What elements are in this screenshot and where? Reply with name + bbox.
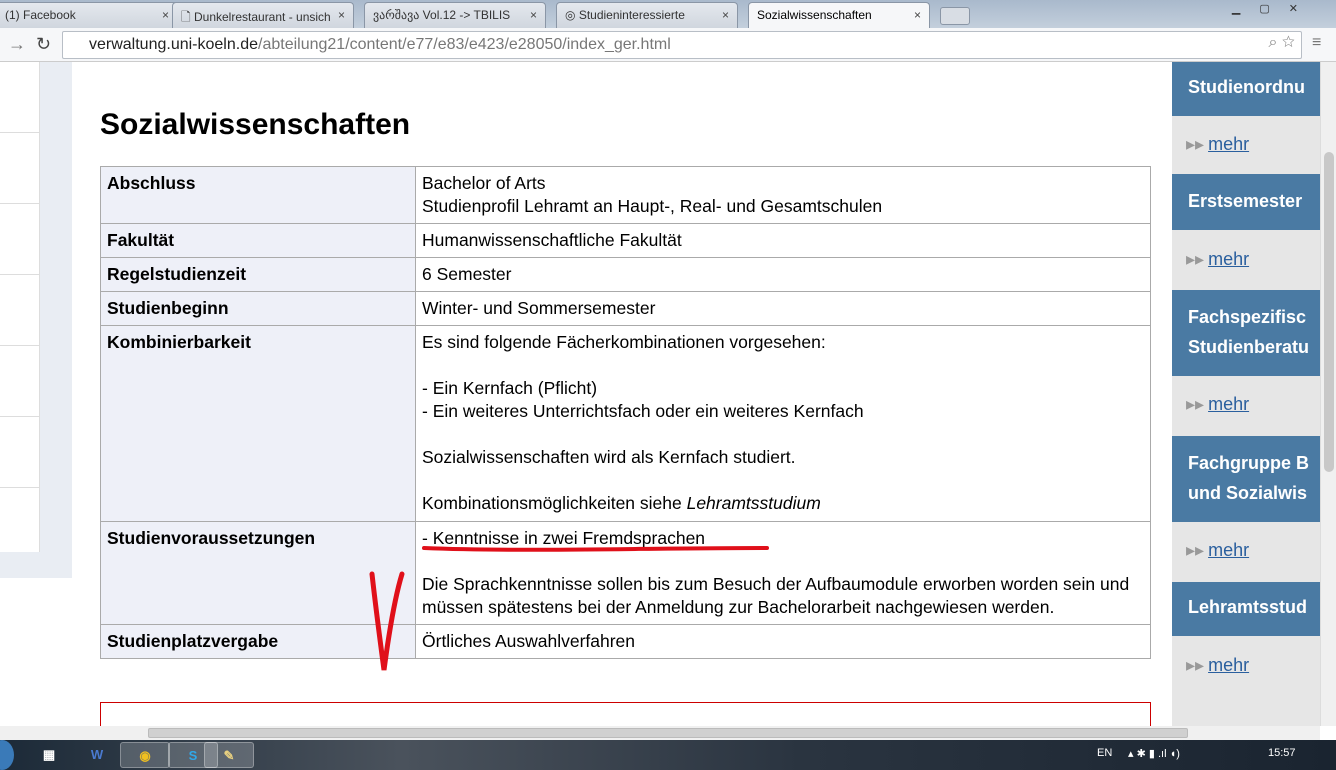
tray-icons[interactable]: ▴ ✱ ▮ .ıl ◖) (1128, 747, 1180, 760)
globe-icon: ◎ (565, 8, 579, 22)
paint-icon[interactable]: ✎ (204, 742, 254, 768)
start-button[interactable] (0, 740, 14, 770)
table-row: Studienbeginn Winter- und Sommersemester (100, 291, 1151, 326)
row-value: Winter- und Sommersemester (415, 291, 1151, 326)
row-key: Studienbeginn (100, 291, 416, 326)
info-table: Abschluss Bachelor of Arts Studienprofil L… (100, 166, 1151, 659)
browser-toolbar: → ↻ verwaltung.uni-koeln.de/abteilung21/… (0, 28, 1336, 62)
table-row: Abschluss Bachelor of Arts Studienprofil L… (100, 166, 1151, 224)
tab-label: ვარშავა Vol.12 -> TBILIS (373, 8, 511, 22)
table-row: Kombinierbarkeit Es sind folgende Fächer… (100, 325, 1151, 522)
double-arrow-icon: ▸▸ (1186, 134, 1205, 154)
sidebar-heading[interactable]: Studienordnu (1172, 62, 1320, 116)
row-key: Regelstudienzeit (100, 257, 416, 292)
tab-strip: (1) Facebook × 🗋 Dunkelrestaurant - unsic… (0, 0, 1336, 28)
row-value: Sozialwissenschaften wird als Kernfach s… (422, 447, 796, 467)
close-icon[interactable]: × (338, 8, 345, 22)
address-bar[interactable]: verwaltung.uni-koeln.de/abteilung21/cont… (62, 31, 1302, 59)
heading-line: Studienberatu (1188, 337, 1310, 357)
heading-line: Fachspezifisc (1188, 307, 1307, 327)
row-key: Fakultät (100, 223, 416, 258)
close-icon[interactable]: × (914, 8, 921, 22)
calculator-icon[interactable]: ▦ (24, 742, 74, 768)
double-arrow-icon: ▸▸ (1186, 540, 1205, 560)
tab-label: (1) Facebook (5, 8, 76, 22)
row-value: Örtliches Auswahlverfahren (415, 624, 1151, 659)
taskbar: ▦ W ◉ S ✎ EN ▴ ✱ ▮ .ıl ◖) 15:57 (0, 740, 1336, 770)
table-row: Studienvoraussetzungen - Kenntnisse in z… (100, 521, 1151, 625)
close-icon[interactable]: × (530, 8, 537, 22)
forward-icon[interactable]: → (8, 34, 26, 55)
tab-dunkelrestaurant[interactable]: 🗋 Dunkelrestaurant - unsich × (172, 2, 354, 28)
row-value: Kombinationsmöglichkeiten siehe (422, 493, 687, 513)
chrome-icon[interactable]: ◉ (120, 742, 170, 768)
tab-studieninteressierte[interactable]: ◎ Studieninteressierte × (556, 2, 738, 28)
tab-tbilisi[interactable]: ვარშავა Vol.12 -> TBILIS × (364, 2, 546, 28)
language-indicator[interactable]: EN (1097, 747, 1112, 759)
heading-line: Fachgruppe B (1188, 453, 1310, 473)
row-key: Studienplatzvergabe (100, 624, 416, 659)
row-key: Abschluss (100, 166, 416, 224)
vertical-scrollbar[interactable] (1320, 62, 1336, 726)
reload-icon[interactable]: ↻ (36, 34, 51, 55)
sidebar-heading[interactable]: Lehramtsstud (1172, 582, 1320, 636)
heading-line: und Sozialwis (1188, 483, 1308, 503)
double-arrow-icon: ▸▸ (1186, 249, 1205, 269)
clock[interactable]: 15:57 (1268, 747, 1296, 759)
tab-label: Studieninteressierte (578, 8, 685, 22)
sidebar-heading[interactable]: Fachgruppe B und Sozialwis (1172, 436, 1320, 522)
double-arrow-icon: ▸▸ (1186, 655, 1205, 675)
sidebar-heading[interactable]: Fachspezifisc Studienberatu (1172, 290, 1320, 376)
url-host: verwaltung.uni-koeln.de (89, 36, 258, 53)
row-value: 6 Semester (415, 257, 1151, 292)
row-value: - Ein weiteres Unterrichtsfach oder ein … (422, 401, 864, 421)
page-title: Sozialwissenschaften (100, 108, 411, 141)
tab-label: Sozialwissenschaften (757, 8, 872, 22)
word-icon[interactable]: W (72, 742, 122, 768)
tab-facebook[interactable]: (1) Facebook × (0, 2, 178, 28)
more-link: ▸▸ mehr (1186, 540, 1250, 560)
row-value: - Kenntnisse in zwei Fremdsprachen (422, 528, 706, 548)
row-value: Bachelor of Arts (422, 173, 546, 193)
row-value: Es sind folgende Fächerkombinationen vor… (422, 332, 826, 352)
right-sidebar: Studienordnu ▸▸ mehr Erstsemester ▸▸ mehr … (1172, 62, 1320, 726)
table-row: Studienplatzvergabe Örtliches Auswahlverf… (100, 624, 1151, 659)
table-row: Regelstudienzeit 6 Semester (100, 257, 1151, 292)
row-key: Kombinierbarkeit (100, 325, 416, 522)
close-icon[interactable]: × (722, 8, 729, 22)
menu-icon[interactable]: ≡ (1312, 34, 1321, 52)
row-value: Die Sprachkenntnisse sollen bis zum Besu… (422, 574, 1130, 617)
notice-box (100, 702, 1151, 726)
close-icon[interactable]: × (162, 8, 169, 22)
lehramtsstudium-link[interactable]: Lehramtsstudium (687, 493, 821, 513)
horizontal-scrollbar[interactable] (0, 726, 1320, 740)
row-key: Studienvoraussetzungen (100, 521, 416, 625)
tab-label: Dunkelrestaurant - unsich (193, 10, 331, 24)
row-value: Studienprofil Lehramt an Haupt-, Real- u… (422, 196, 883, 216)
more-link: ▸▸ mehr (1186, 394, 1250, 414)
scroll-thumb[interactable] (1324, 152, 1334, 472)
left-nav (0, 62, 72, 578)
zoom-star-icon[interactable]: ⌕ ☆ (1269, 34, 1295, 52)
more-link: ▸▸ mehr (1186, 655, 1250, 675)
tab-sozialwissenschaften[interactable]: Sozialwissenschaften × (748, 2, 930, 28)
double-arrow-icon: ▸▸ (1186, 394, 1205, 414)
page-content: Sozialwissenschaften Abschluss Bachelor o… (0, 62, 1320, 726)
row-value: - Ein Kernfach (Pflicht) (422, 378, 598, 398)
more-link: ▸▸ mehr (1186, 134, 1250, 154)
new-tab-button[interactable] (940, 7, 970, 25)
scroll-thumb[interactable] (148, 728, 1188, 738)
url-path: /abteilung21/content/e77/e83/e423/e28050… (258, 36, 671, 53)
page-icon: 🗋 (181, 10, 194, 24)
sidebar-heading[interactable]: Erstsemester (1172, 174, 1320, 230)
window-controls[interactable]: ▁ ▢ ✕ (1232, 2, 1306, 15)
table-row: Fakultät Humanwissenschaftliche Fakultät (100, 223, 1151, 258)
row-value: Humanwissenschaftliche Fakultät (415, 223, 1151, 258)
more-link: ▸▸ mehr (1186, 249, 1250, 269)
